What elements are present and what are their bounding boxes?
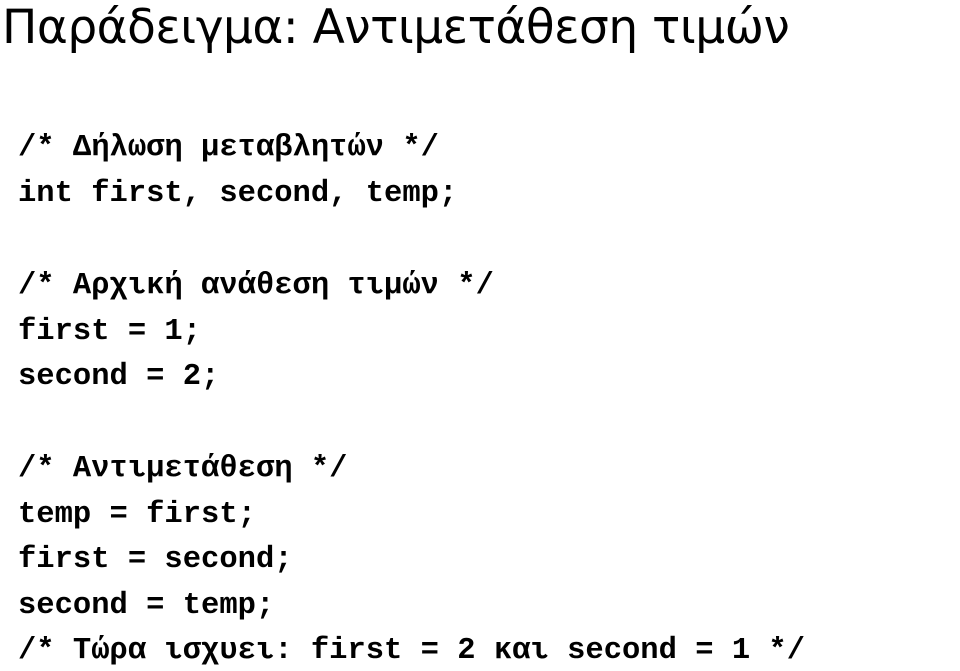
code-line-first-second: first = second; <box>18 543 293 577</box>
code-line-temp-first: temp = first; <box>18 498 256 532</box>
code-line-second-temp: second = temp; <box>18 589 275 623</box>
code-comment-swap: /* Αντιμετάθεση */ <box>18 452 348 486</box>
slide-title: Παράδειγμα: Αντιμετάθεση τιμών <box>2 0 790 55</box>
code-line-assign-second: second = 2; <box>18 360 220 394</box>
code-line-declaration: int first, second, temp; <box>18 177 458 211</box>
code-line-assign-first: first = 1; <box>18 315 202 349</box>
code-comment-declaration: /* Δήλωση μεταβλητών */ <box>18 131 439 165</box>
code-comment-result: /* Τώρα ισχυει: first = 2 και second = 1… <box>18 634 806 668</box>
code-comment-initial-assignment: /* Αρχική ανάθεση τιμών */ <box>18 269 494 303</box>
